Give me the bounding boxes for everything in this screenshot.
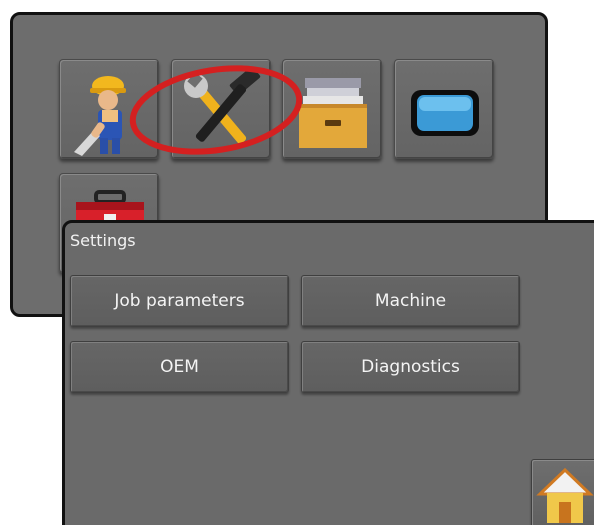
oem-button[interactable]: OEM (70, 341, 289, 393)
settings-panel: Settings Job parameters Machine OEM Diag… (62, 220, 594, 525)
job-parameters-button[interactable]: Job parameters (70, 275, 289, 327)
data-tile[interactable] (282, 59, 382, 159)
file-cabinet-icon (299, 78, 367, 148)
machine-button[interactable]: Machine (301, 275, 520, 327)
display-tile[interactable] (394, 59, 494, 159)
screen-icon (411, 90, 479, 136)
settings-tile[interactable] (171, 59, 271, 159)
screen: Settings Job parameters Machine OEM Diag… (0, 0, 594, 525)
worker-tile[interactable] (59, 59, 159, 159)
home-icon (536, 467, 594, 523)
worker-icon (74, 76, 126, 156)
settings-title: Settings (70, 231, 136, 250)
diagnostics-button[interactable]: Diagnostics (301, 341, 520, 393)
home-button[interactable] (531, 459, 594, 525)
wrench-hammer-icon (184, 66, 261, 144)
